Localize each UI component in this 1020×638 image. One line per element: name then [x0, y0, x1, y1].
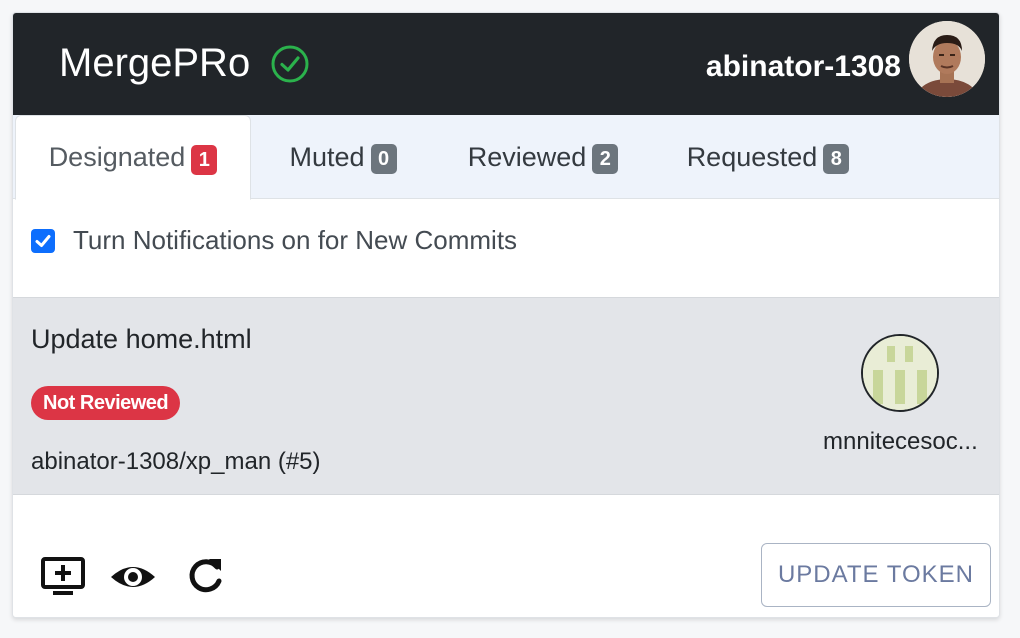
app-title: MergePRo — [59, 41, 251, 85]
check-circle-icon — [270, 44, 310, 84]
tab-requested[interactable]: Requested 8 — [673, 115, 863, 199]
header-bar: MergePRo abinator-1308 — [13, 13, 999, 115]
tab-label: Reviewed — [467, 141, 587, 172]
count-badge: 8 — [823, 144, 850, 174]
pr-author: mnnitecesoc... — [823, 428, 978, 455]
refresh-icon[interactable] — [181, 553, 229, 601]
pull-request-item[interactable]: Update home.html Not Reviewed abinator-1… — [13, 297, 999, 495]
footer-bar: UPDATE TOKEN — [13, 495, 999, 617]
pr-title[interactable]: Update home.html — [31, 324, 252, 355]
brand: MergePRo — [59, 41, 310, 86]
tab-label: Requested — [686, 141, 818, 172]
eye-icon[interactable] — [109, 553, 157, 601]
user-info: abinator-1308 — [706, 21, 985, 97]
tab-muted[interactable]: Muted 0 — [263, 115, 423, 199]
user-avatar[interactable] — [909, 21, 985, 97]
tab-bar: Designated 1 Muted 0 Reviewed 2 Requeste… — [13, 115, 999, 200]
notifications-label: Turn Notifications on for New Commits — [73, 225, 518, 255]
author-avatar — [861, 334, 939, 412]
pr-repo: abinator-1308/xp_man (#5) — [31, 448, 321, 475]
notifications-checkbox[interactable] — [31, 228, 55, 253]
tab-label: Muted — [289, 141, 365, 172]
tab-reviewed[interactable]: Reviewed 2 — [453, 115, 633, 199]
checkmark-icon — [35, 234, 51, 247]
notifications-toggle: Turn Notifications on for New Commits — [31, 225, 517, 256]
username: abinator-1308 — [705, 50, 901, 83]
count-badge: 2 — [592, 144, 619, 174]
tab-label: Designated — [48, 142, 186, 172]
count-badge: 0 — [370, 144, 397, 174]
tab-designated[interactable]: Designated 1 — [15, 115, 251, 200]
popup-card: MergePRo abinator-1308 Designated 1 Mute… — [12, 12, 1000, 618]
count-badge: 1 — [191, 144, 218, 175]
update-token-button[interactable]: UPDATE TOKEN — [761, 543, 991, 607]
add-to-queue-icon[interactable] — [39, 553, 87, 601]
status-badge: Not Reviewed — [31, 386, 181, 420]
